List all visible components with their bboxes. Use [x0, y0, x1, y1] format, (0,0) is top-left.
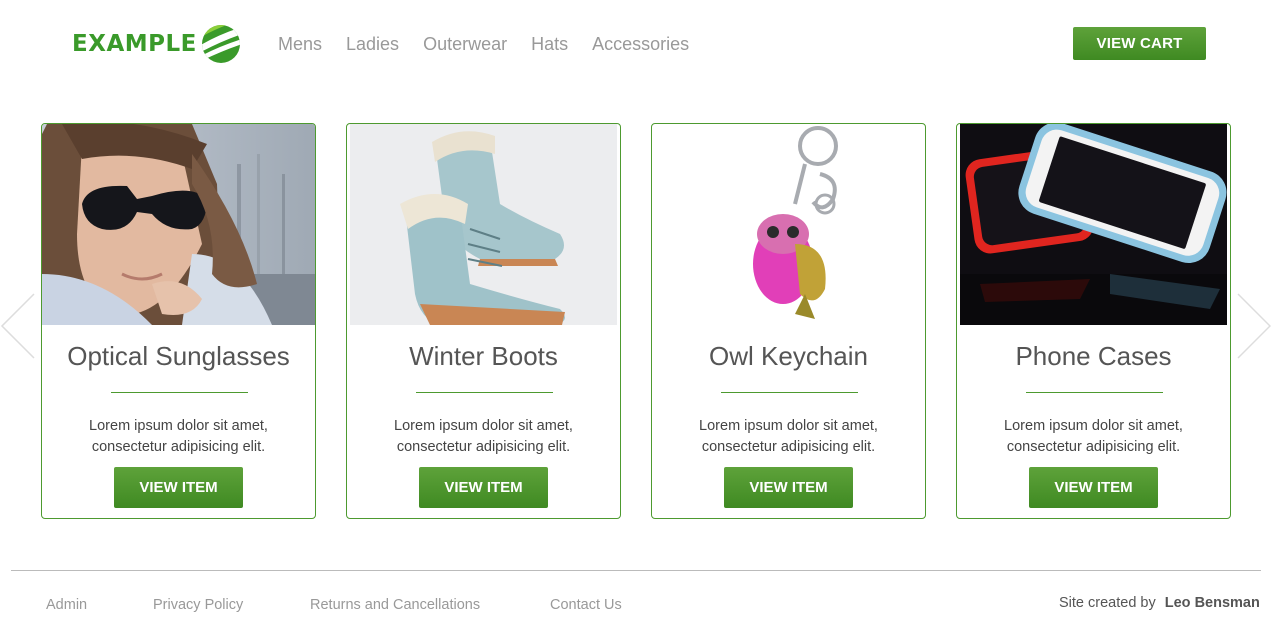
woman-sunglasses-photo — [42, 124, 315, 325]
footer-link-admin[interactable]: Admin — [46, 597, 87, 613]
main-nav: Mens Ladies Outerwear Hats Accessories — [278, 33, 713, 55]
nav-item-outerwear[interactable]: Outerwear — [423, 33, 507, 55]
product-card: Owl Keychain Lorem ipsum dolor sit amet,… — [651, 123, 926, 519]
product-card: Optical Sunglasses Lorem ipsum dolor sit… — [41, 123, 316, 519]
description-line: Lorem ipsum dolor sit amet, — [699, 418, 878, 434]
view-item-button[interactable]: VIEW ITEM — [1029, 467, 1158, 508]
description-line: consectetur adipisicing elit. — [91, 439, 266, 455]
description-line: consectetur adipisicing elit. — [1006, 439, 1181, 455]
site-credit: Site created by Leo Bensman — [1059, 595, 1260, 611]
product-title: Owl Keychain — [709, 341, 868, 371]
chevron-left-icon[interactable] — [0, 292, 36, 360]
description-line: consectetur adipisicing elit. — [396, 439, 571, 455]
logo[interactable]: EXAMPLE — [72, 24, 241, 64]
description-line: Lorem ipsum dolor sit amet, — [89, 418, 268, 434]
product-description: Lorem ipsum dolor sit amet, consectetur … — [652, 416, 925, 458]
footer-divider — [11, 570, 1261, 571]
footer-nav: Admin Privacy Policy Returns and Cancell… — [0, 597, 700, 617]
site-header: EXAMPLE Mens Ladies Outerwear Hats Acces… — [0, 0, 1272, 90]
description-line: consectetur adipisicing elit. — [701, 439, 876, 455]
footer-link-contact[interactable]: Contact Us — [550, 597, 622, 613]
owl-keychain-photo — [655, 124, 922, 325]
description-line: Lorem ipsum dolor sit amet, — [394, 418, 573, 434]
title-divider — [1026, 392, 1163, 393]
nav-item-accessories[interactable]: Accessories — [592, 33, 689, 55]
view-item-button[interactable]: VIEW ITEM — [114, 467, 243, 508]
product-card: Phone Cases Lorem ipsum dolor sit amet, … — [956, 123, 1231, 519]
nav-item-mens[interactable]: Mens — [278, 33, 322, 55]
credit-prefix: Site created by — [1059, 595, 1156, 611]
nav-item-ladies[interactable]: Ladies — [346, 33, 399, 55]
winter-boots-photo — [350, 124, 617, 325]
product-card: Winter Boots Lorem ipsum dolor sit amet,… — [346, 123, 621, 519]
title-divider — [416, 392, 553, 393]
view-item-button[interactable]: VIEW ITEM — [724, 467, 853, 508]
store-page: EXAMPLE Mens Ladies Outerwear Hats Acces… — [0, 0, 1272, 619]
title-divider — [111, 392, 248, 393]
view-item-button[interactable]: VIEW ITEM — [419, 467, 548, 508]
product-description: Lorem ipsum dolor sit amet, consectetur … — [347, 416, 620, 458]
product-description: Lorem ipsum dolor sit amet, consectetur … — [42, 416, 315, 458]
product-description: Lorem ipsum dolor sit amet, consectetur … — [957, 416, 1230, 458]
nav-item-hats[interactable]: Hats — [531, 33, 568, 55]
description-line: Lorem ipsum dolor sit amet, — [1004, 418, 1183, 434]
credit-author: Leo Bensman — [1164, 595, 1260, 611]
footer-link-privacy-policy[interactable]: Privacy Policy — [153, 597, 243, 613]
logo-text: EXAMPLE — [72, 31, 197, 57]
product-title: Winter Boots — [409, 341, 558, 371]
view-cart-button[interactable]: VIEW CART — [1073, 27, 1206, 60]
footer-link-returns[interactable]: Returns and Cancellations — [310, 597, 480, 613]
logo-globe-icon — [201, 25, 240, 63]
phone-cases-photo — [960, 124, 1227, 325]
product-title: Phone Cases — [1015, 341, 1172, 371]
title-divider — [721, 392, 858, 393]
product-title: Optical Sunglasses — [67, 341, 290, 371]
chevron-right-icon[interactable] — [1236, 292, 1272, 360]
